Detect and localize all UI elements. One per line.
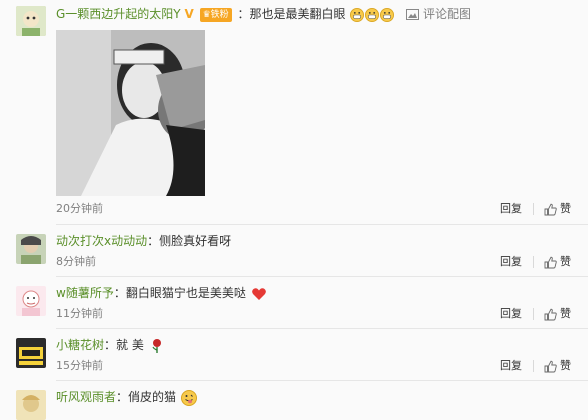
separator	[56, 224, 588, 225]
username[interactable]: 小糖花树	[56, 338, 104, 352]
divider	[533, 360, 534, 372]
avatar[interactable]	[16, 6, 46, 36]
reply-button[interactable]: 回复	[500, 202, 522, 216]
divider	[533, 203, 534, 215]
username[interactable]: 动次打次x动动动	[56, 234, 147, 248]
separator	[56, 328, 588, 329]
like-button[interactable]: 赞	[544, 202, 571, 216]
comment-item: w随薯所予：翻白眼猫宁也是美美哒 11分钟前 回复 赞	[0, 280, 588, 332]
fan-badge-label: 铁粉	[210, 9, 229, 20]
fan-badge[interactable]: ♛铁粉	[199, 7, 232, 22]
image-icon	[406, 9, 420, 20]
like-label: 赞	[560, 307, 571, 320]
like-button[interactable]: 赞	[544, 255, 571, 269]
thumbs-up-icon	[544, 308, 557, 320]
username[interactable]: G一颗西边升起的太阳Y	[56, 7, 181, 21]
comment-text: ：那也是最美翻白眼	[237, 7, 346, 21]
comment-item: 小糖花树：就 美 15分钟前 回复 赞	[0, 332, 588, 384]
username[interactable]: 听风观雨者	[56, 390, 116, 404]
avatar[interactable]	[16, 286, 46, 316]
comment-photo[interactable]	[56, 30, 205, 196]
verified-v-icon: V	[184, 7, 194, 21]
comment-text: ：就 美	[104, 338, 144, 352]
like-label: 赞	[560, 255, 571, 268]
like-button[interactable]: 赞	[544, 359, 571, 373]
comment-time: 8分钟前	[56, 255, 96, 268]
comment-time: 11分钟前	[56, 307, 103, 320]
heart-emoji-icon	[251, 287, 266, 300]
avatar[interactable]	[16, 234, 46, 264]
tongue-emoji-icon	[180, 389, 197, 406]
comment-item: 听风观雨者：俏皮的猫	[0, 384, 588, 420]
divider	[533, 308, 534, 320]
reply-button[interactable]: 回复	[500, 255, 522, 269]
comment-text: ：俏皮的猫	[116, 390, 177, 404]
like-label: 赞	[560, 359, 571, 372]
comment-item: 动次打次x动动动：侧脸真好看呀 8分钟前 回复 赞	[0, 228, 588, 280]
comment-item: G一颗西边升起的太阳Y V ♛铁粉 ：那也是最美翻白眼 评论配图 20分钟前 回…	[0, 0, 588, 228]
comment-image-label: 评论配图	[423, 7, 472, 21]
separator	[56, 380, 588, 381]
avatar[interactable]	[16, 390, 46, 420]
like-label: 赞	[560, 202, 571, 215]
comment-image-link[interactable]: 评论配图	[406, 7, 471, 21]
thumbs-up-icon	[544, 360, 557, 372]
separator	[56, 276, 588, 277]
thumbs-up-icon	[544, 256, 557, 268]
avatar[interactable]	[16, 338, 46, 368]
reply-button[interactable]: 回复	[500, 359, 522, 373]
divider	[533, 256, 534, 268]
grin-emoji-icon	[380, 7, 395, 22]
comment-time: 20分钟前	[56, 202, 103, 215]
username[interactable]: w随薯所予	[56, 286, 114, 300]
reply-button[interactable]: 回复	[500, 307, 522, 321]
grin-emoji-icon	[365, 7, 380, 22]
thumbs-up-icon	[544, 203, 557, 215]
rose-emoji-icon	[152, 338, 161, 353]
crown-icon: ♛	[202, 9, 211, 20]
comment-time: 15分钟前	[56, 359, 103, 372]
like-button[interactable]: 赞	[544, 307, 571, 321]
comment-text: ：侧脸真好看呀	[147, 234, 232, 248]
comment-text: ：翻白眼猫宁也是美美哒	[113, 286, 246, 300]
grin-emoji-icon	[350, 7, 365, 22]
